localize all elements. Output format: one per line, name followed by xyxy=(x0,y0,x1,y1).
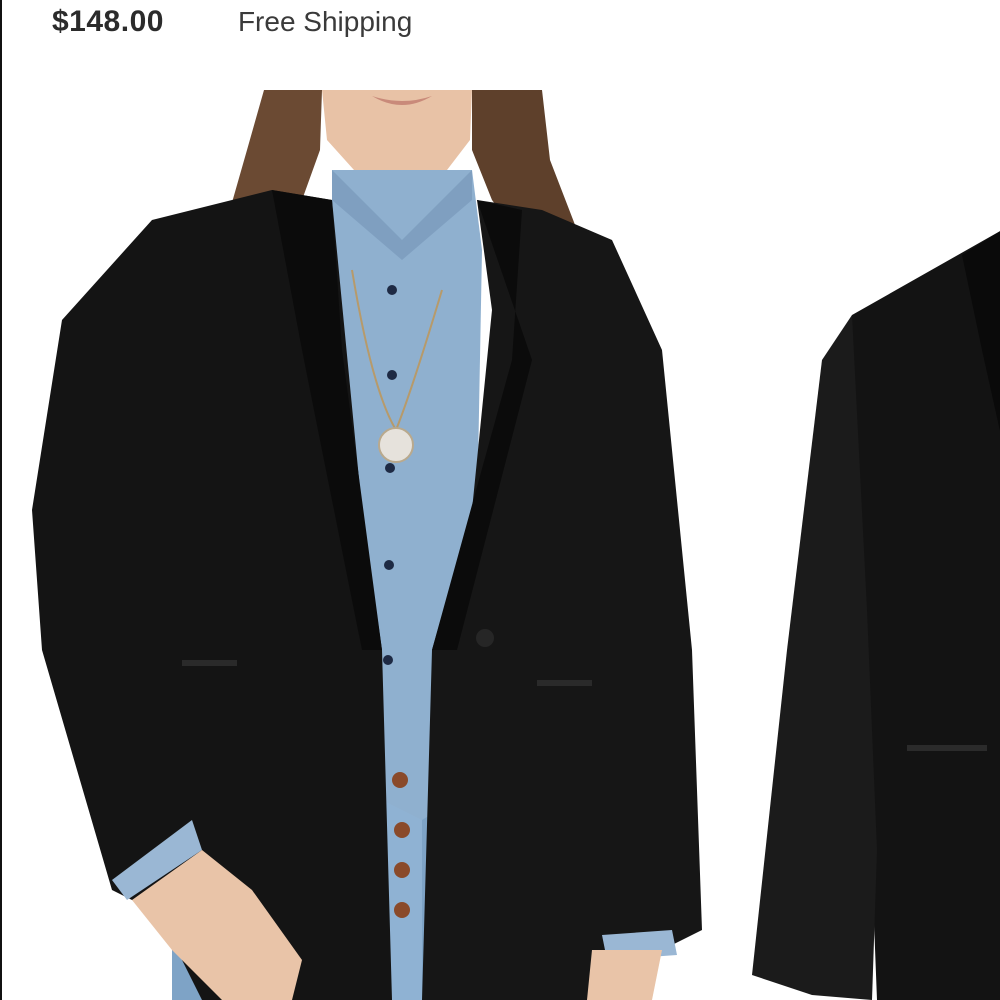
model-photo-illustration xyxy=(2,90,732,1000)
product-photo-main[interactable] xyxy=(2,90,732,1000)
price-label: $148.00 xyxy=(52,5,164,38)
product-photo-next[interactable] xyxy=(732,90,1000,1000)
listing-screen: $148.00 Free Shipping xyxy=(0,0,1000,1000)
price-row: $148.00 Free Shipping xyxy=(52,0,412,44)
photo-carousel[interactable] xyxy=(2,90,1000,1000)
blazer-photo-illustration xyxy=(732,90,1000,1000)
shipping-label: Free Shipping xyxy=(237,6,413,37)
